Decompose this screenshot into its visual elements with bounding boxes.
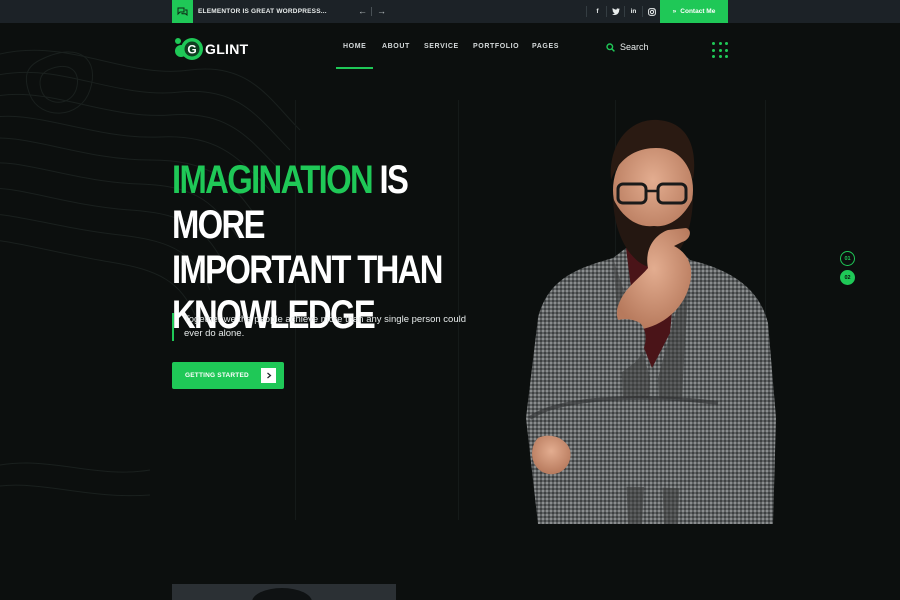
- getting-started-label: GETTING STARTED: [185, 372, 249, 379]
- nav-item-home[interactable]: HOME: [343, 43, 366, 50]
- nav-item-portfolio[interactable]: PORTFOLIO: [473, 43, 519, 50]
- nav-item-pages[interactable]: PAGES: [532, 43, 559, 50]
- grid-menu-icon[interactable]: [712, 42, 728, 58]
- nav-item-service[interactable]: SERVICE: [424, 43, 459, 50]
- search-icon: [606, 42, 615, 52]
- hero-headline: IMAGINATION IS MORE IMPORTANT THAN KNOWL…: [172, 158, 467, 338]
- nav-item-about[interactable]: ABOUT: [382, 43, 410, 50]
- chevron-right-icon: [261, 368, 276, 383]
- search-label: Search: [620, 42, 649, 52]
- nav-active-indicator: [336, 67, 373, 69]
- getting-started-button[interactable]: GETTING STARTED: [172, 362, 284, 389]
- logo[interactable]: G GLINT: [172, 36, 249, 62]
- hero-subtitle: Together we the people achieve more than…: [184, 314, 467, 339]
- headline-highlight: IMAGINATION: [172, 158, 374, 202]
- next-section-image: [172, 584, 396, 600]
- logo-mark-icon: G: [172, 36, 206, 62]
- logo-text: GLINT: [205, 41, 249, 57]
- search-button[interactable]: Search: [606, 42, 649, 52]
- quote-accent-bar: [172, 313, 174, 341]
- headline-line2: IMPORTANT THAN: [172, 248, 443, 292]
- slide-dot-2[interactable]: 02: [840, 270, 855, 285]
- slide-dot-1[interactable]: 01: [840, 251, 855, 266]
- logo-letter: G: [187, 43, 196, 57]
- hero-person-image: [526, 119, 776, 524]
